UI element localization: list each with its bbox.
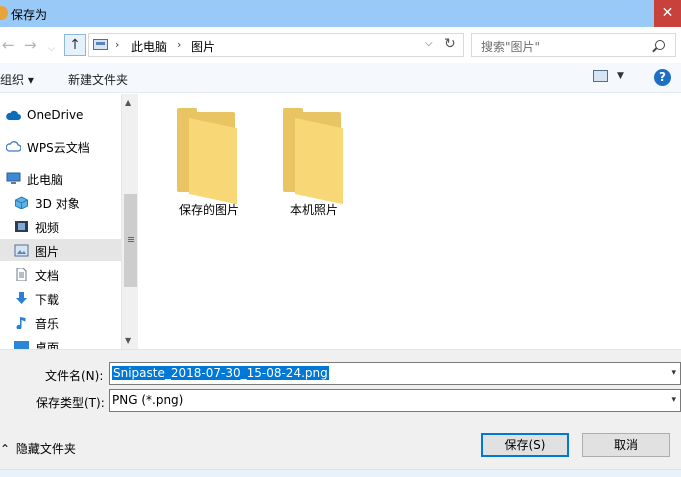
download-icon: [16, 292, 27, 304]
window-title: 保存为: [11, 8, 48, 22]
chevron-up-icon: ⌃: [0, 442, 11, 456]
scrollbar-grip-icon: [128, 237, 134, 238]
breadcrumb-item-pictures[interactable]: 图片: [191, 38, 215, 55]
help-icon[interactable]: ?: [654, 69, 671, 86]
hide-folders-toggle[interactable]: ⌃ 隐藏文件夹: [0, 440, 76, 457]
navigation-pane-scrollbar[interactable]: ▲ ▼: [121, 94, 138, 349]
pictures-location-icon: [93, 39, 108, 50]
forward-arrow-icon[interactable]: →: [24, 36, 37, 54]
filetype-select[interactable]: PNG (*.png) ▾: [109, 389, 681, 412]
video-icon: [15, 221, 28, 232]
save-button[interactable]: 保存(S): [481, 433, 569, 457]
sidebar-item-documents[interactable]: 文档: [0, 263, 121, 285]
desktop-icon: [14, 341, 29, 349]
address-bar[interactable]: › 此电脑 › 图片 ⌵ ↻: [88, 33, 464, 57]
folder-front: [295, 118, 343, 205]
sidebar-item-3d-objects[interactable]: 3D 对象: [0, 191, 121, 213]
chevron-down-icon[interactable]: ▾: [671, 395, 676, 405]
sidebar-item-label: 下载: [35, 293, 60, 307]
title-bar: 保存为 ✕: [0, 0, 681, 27]
sidebar-item-wps-cloud[interactable]: WPS云文档: [0, 135, 121, 157]
sidebar-item-label: OneDrive: [27, 108, 84, 122]
document-icon: [16, 268, 27, 281]
app-icon: [0, 6, 8, 20]
sidebar-item-onedrive[interactable]: OneDrive: [0, 104, 121, 126]
pictures-icon: [14, 244, 29, 257]
cancel-button[interactable]: 取消: [582, 433, 670, 457]
sidebar-item-music[interactable]: 音乐: [0, 311, 121, 333]
folder-icon[interactable]: [283, 108, 343, 205]
music-icon: [16, 317, 26, 329]
hide-folders-label: 隐藏文件夹: [15, 442, 76, 456]
cube-3d-icon: [15, 196, 28, 209]
close-button[interactable]: ✕: [654, 0, 681, 27]
breadcrumb-separator: ›: [115, 38, 120, 51]
filetype-value: PNG (*.png): [112, 393, 184, 407]
chevron-down-icon[interactable]: ⌵: [425, 38, 433, 49]
sidebar-item-pictures[interactable]: 图片: [0, 239, 121, 261]
search-icon[interactable]: [655, 40, 665, 50]
back-arrow-icon[interactable]: ←: [2, 36, 15, 54]
sidebar-item-desktop[interactable]: 桌面: [0, 335, 121, 349]
filename-input[interactable]: Snipaste_2018-07-30_15-08-24.png ▾: [109, 362, 681, 385]
sidebar-item-label: 3D 对象: [35, 197, 80, 211]
sidebar-item-label: 音乐: [35, 317, 60, 331]
search-placeholder: 搜索"图片": [481, 40, 541, 54]
sidebar-item-label: 桌面: [35, 341, 60, 349]
sidebar-item-label: 文档: [35, 269, 60, 283]
toolbar: 组织 ▾ 新建文件夹: [0, 63, 681, 93]
scrollbar-thumb[interactable]: [124, 194, 137, 287]
folder-front: [189, 118, 237, 205]
sidebar-item-label: 图片: [35, 245, 60, 259]
scroll-up-icon[interactable]: ▲: [125, 98, 131, 107]
recent-locations-chevron-icon[interactable]: ⌵: [48, 40, 55, 58]
cloud-icon: [6, 110, 21, 120]
breadcrumb-separator: ›: [177, 38, 182, 51]
breadcrumb-item-this-pc[interactable]: 此电脑: [131, 38, 167, 55]
filename-label: 文件名(N):: [45, 369, 104, 383]
chevron-down-icon[interactable]: ▾: [671, 368, 676, 378]
organize-menu-button[interactable]: 组织 ▾: [0, 71, 34, 88]
refresh-icon[interactable]: ↻: [444, 36, 456, 52]
sidebar-item-label: 视频: [35, 221, 60, 235]
scroll-down-icon[interactable]: ▼: [125, 336, 131, 345]
folder-name[interactable]: 保存的图片: [179, 201, 239, 218]
sidebar-item-videos[interactable]: 视频: [0, 215, 121, 237]
folder-icon[interactable]: [177, 108, 237, 205]
computer-icon: [6, 172, 21, 184]
sidebar-item-this-pc[interactable]: 此电脑: [0, 167, 121, 189]
folder-name[interactable]: 本机照片: [290, 201, 338, 218]
sidebar-item-downloads[interactable]: 下载: [0, 287, 121, 309]
new-folder-button[interactable]: 新建文件夹: [68, 71, 128, 88]
filetype-label: 保存类型(T):: [36, 396, 105, 410]
up-folder-button[interactable]: ↑: [64, 34, 86, 56]
filename-value[interactable]: Snipaste_2018-07-30_15-08-24.png: [112, 366, 329, 380]
window-bottom-edge: [0, 469, 681, 477]
search-input[interactable]: 搜索"图片": [471, 33, 676, 57]
view-dropdown-icon[interactable]: ▼: [617, 71, 624, 81]
cloud-outline-icon: [6, 141, 21, 152]
sidebar-item-label: WPS云文档: [27, 141, 90, 155]
sidebar-item-label: 此电脑: [27, 173, 64, 187]
navigation-pane: OneDrive WPS云文档 此电脑 3D 对象 视频 图片 文档 下载 音乐…: [0, 94, 121, 349]
view-options-icon[interactable]: [593, 70, 608, 82]
